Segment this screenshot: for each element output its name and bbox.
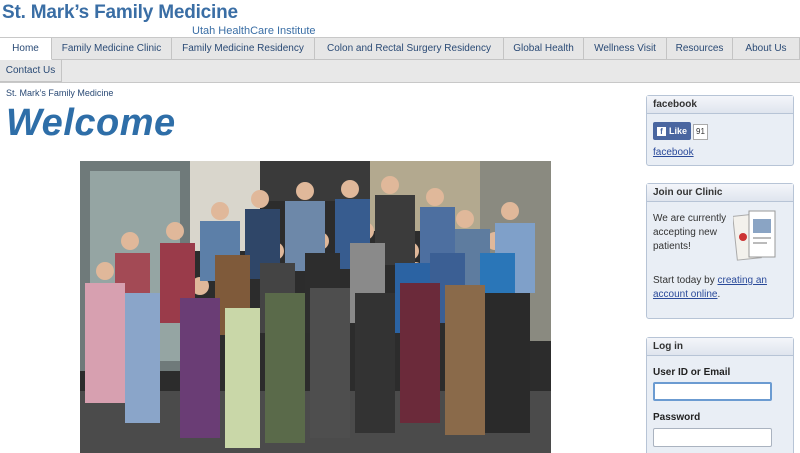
join-clinic-text: We are currently accepting new patients! bbox=[653, 213, 727, 252]
login-panel: Log in User ID or Email Password bbox=[646, 337, 794, 453]
password-input[interactable] bbox=[653, 428, 772, 447]
tab-global-health[interactable]: Global Health bbox=[504, 38, 584, 60]
facebook-panel-header: facebook bbox=[647, 96, 793, 114]
user-id-label: User ID or Email bbox=[653, 367, 731, 378]
facebook-like-button[interactable]: f Like bbox=[653, 122, 692, 140]
join-cta-prefix: Start today by bbox=[653, 275, 718, 286]
login-header: Log in bbox=[647, 338, 793, 356]
clinic-brochure-image bbox=[732, 209, 777, 263]
tab-family-medicine-clinic[interactable]: Family Medicine Clinic bbox=[52, 38, 172, 60]
password-label: Password bbox=[653, 412, 701, 423]
breadcrumb[interactable]: St. Mark’s Family Medicine bbox=[6, 88, 113, 98]
join-clinic-panel: Join our Clinic We are currently accepti… bbox=[646, 183, 794, 319]
facebook-icon: f bbox=[657, 126, 666, 136]
facebook-link[interactable]: facebook bbox=[653, 147, 694, 158]
tab-colon-rectal-surgery-residency[interactable]: Colon and Rectal Surgery Residency bbox=[315, 38, 504, 60]
site-title[interactable]: St. Mark’s Family Medicine bbox=[2, 2, 238, 24]
tab-resources[interactable]: Resources bbox=[667, 38, 733, 60]
tab-home[interactable]: Home bbox=[0, 38, 52, 60]
main-navigation: Home Family Medicine Clinic Family Medic… bbox=[0, 37, 800, 83]
tab-about-us[interactable]: About Us bbox=[733, 38, 800, 60]
staff-group-photo bbox=[80, 161, 551, 453]
page-title: Welcome bbox=[6, 102, 176, 144]
tab-family-medicine-residency[interactable]: Family Medicine Residency bbox=[172, 38, 315, 60]
facebook-like-count: 91 bbox=[693, 123, 708, 140]
facebook-like-label: Like bbox=[669, 126, 688, 136]
join-clinic-header: Join our Clinic bbox=[647, 184, 793, 202]
tab-wellness-visit[interactable]: Wellness Visit bbox=[584, 38, 667, 60]
tab-contact-us[interactable]: Contact Us bbox=[0, 60, 62, 82]
site-subtitle: Utah HealthCare Institute bbox=[192, 25, 316, 37]
facebook-panel: facebook f Like 91 facebook bbox=[646, 95, 794, 166]
join-cta-suffix: . bbox=[717, 289, 721, 300]
user-id-input[interactable] bbox=[653, 382, 772, 401]
